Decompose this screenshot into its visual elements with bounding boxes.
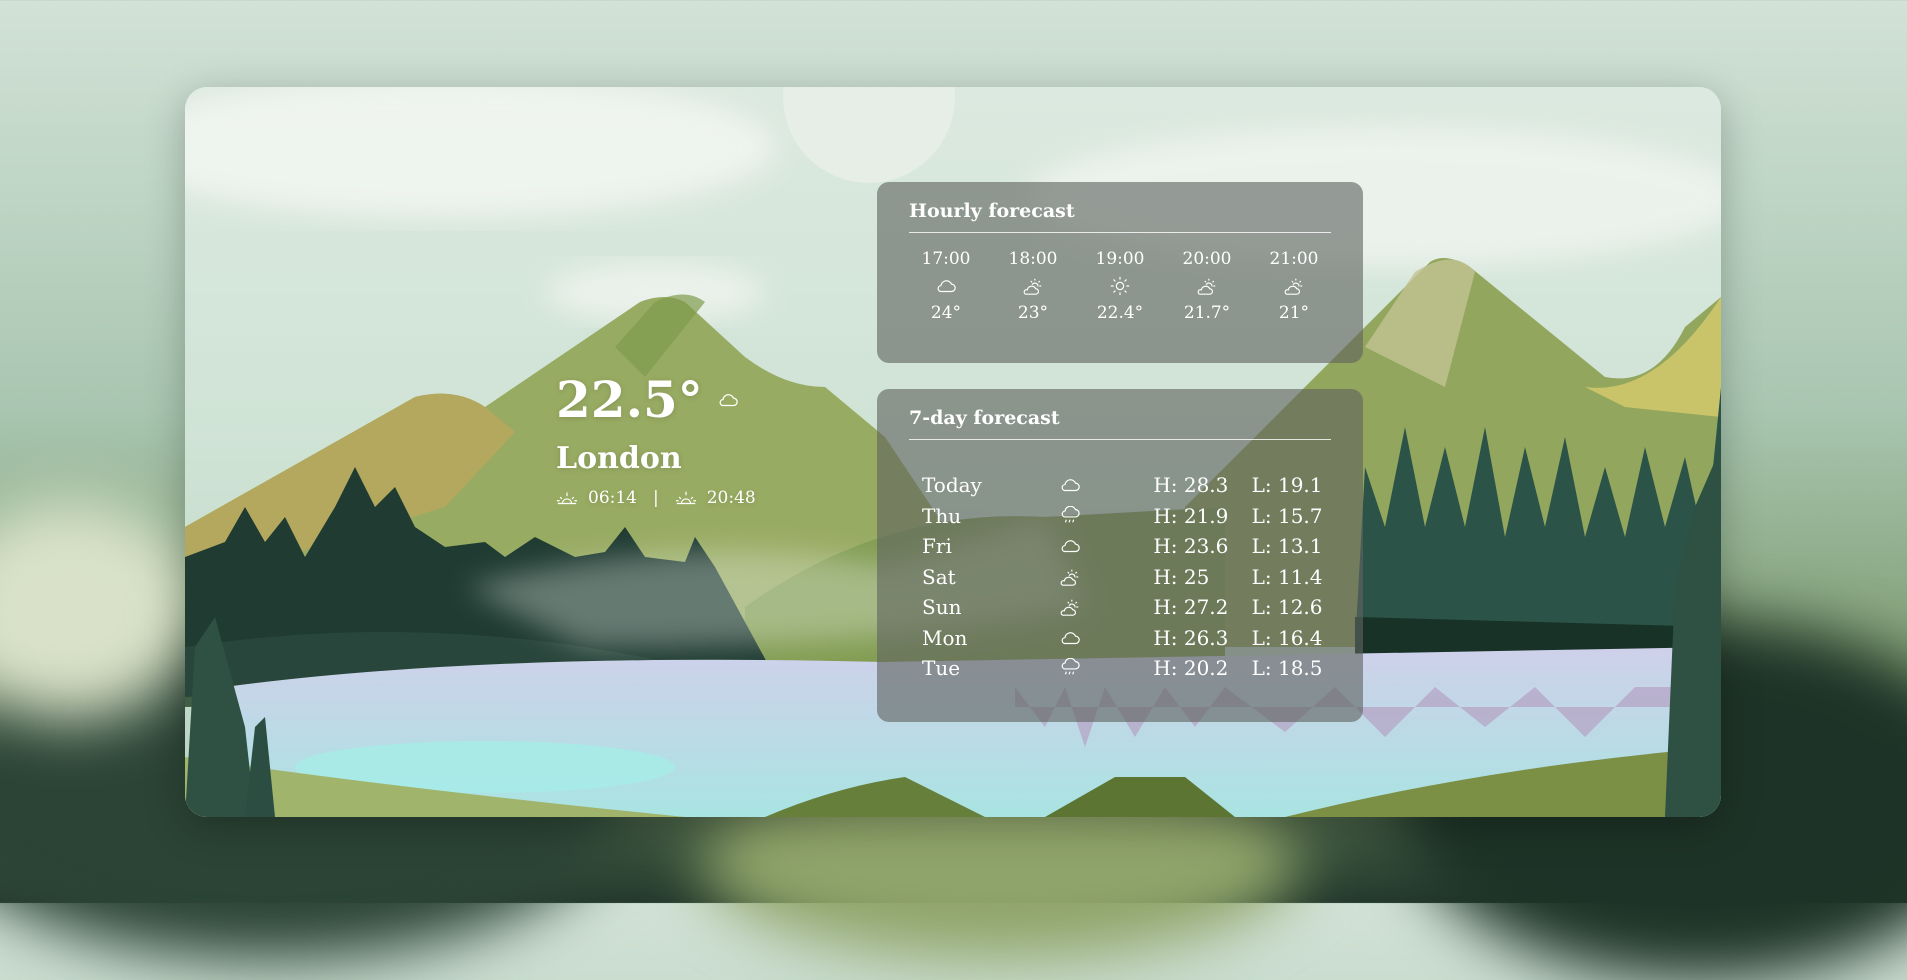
day-name: Fri [922,534,952,559]
sunset-time: 20:48 [706,488,756,508]
forecast-day-row: Fri H: 23.6 L: 13.1 [909,531,1331,562]
day-name: Thu [922,503,962,528]
hourly-temp: 21.7° [1183,303,1231,323]
sunrise-icon [556,492,578,505]
day-high: H: 23.6 [1153,534,1229,559]
hourly-temp: 24° [930,303,962,323]
day-high: H: 27.2 [1153,595,1229,620]
sun-times-separator: | [653,488,659,508]
day-low: L: 15.7 [1251,503,1323,528]
forecast-day-row: Sun H: 27.2 L: 12.6 [909,592,1331,623]
day-low: L: 18.5 [1251,656,1323,681]
day-name: Today [922,473,982,498]
day-high: H: 28.3 [1153,473,1229,498]
sunrise-time: 06:14 [588,488,637,508]
city-name: London [556,441,682,476]
forecast-day-row: Tue H: 20.2 L: 18.5 [909,653,1331,684]
day-name: Sat [922,564,956,589]
hourly-temp: 21° [1278,303,1310,323]
weekly-forecast-panel: 7-day forecast Today H: 28.3 L: 19.1 Thu… [877,389,1363,722]
hourly-item: 18:00 23° [998,249,1068,323]
day-high: H: 21.9 [1153,503,1229,528]
day-high: H: 26.3 [1153,625,1229,650]
hourly-item: 20:00 21.7° [1172,249,1242,323]
hourly-item: 17:00 24° [911,249,981,323]
day-high: H: 20.2 [1153,656,1229,681]
partly-cloudy-icon [1023,278,1042,295]
hourly-time: 17:00 [921,249,971,269]
hourly-time: 18:00 [1008,249,1058,269]
forecast-day-row: Mon H: 26.3 L: 16.4 [909,623,1331,654]
hourly-item: 19:00 22.4° [1085,249,1155,323]
forecast-day-row: Today H: 28.3 L: 19.1 [909,470,1331,501]
day-low: L: 13.1 [1251,534,1323,559]
hourly-forecast-title: Hourly forecast [909,200,1331,233]
weekly-forecast-title: 7-day forecast [909,407,1331,440]
sun-times: 06:14 | 20:48 [556,488,756,508]
partly-cloudy-icon [1197,278,1216,295]
hourly-temp: 23° [1017,303,1049,323]
day-name: Mon [922,625,968,650]
day-low: L: 16.4 [1251,625,1323,650]
partly-cloudy-icon [1060,599,1079,617]
cloud-icon [1061,479,1080,492]
day-low: L: 19.1 [1251,473,1323,498]
hourly-time: 21:00 [1269,249,1319,269]
current-temperature: 22.5° [556,370,703,429]
current-weather: 22.5° London 06:14 | 20:48 [556,370,756,508]
hourly-forecast-list: 17:00 24° 18:00 23° 19:00 22.4° 20:00 21… [909,249,1331,323]
sun-icon [1110,276,1130,296]
day-high: H: 25 [1153,564,1210,589]
cloud-icon [719,393,738,406]
partly-cloudy-icon [1284,278,1303,295]
day-low: L: 11.4 [1251,564,1323,589]
day-name: Sun [922,595,962,620]
weekly-forecast-list: Today H: 28.3 L: 19.1 Thu H: 21.9 L: 15.… [909,470,1331,684]
cloud-icon [1061,540,1080,553]
day-low: L: 12.6 [1251,595,1323,620]
cloud-icon [1061,631,1080,644]
rain-icon [1061,505,1080,523]
hourly-temp: 22.4° [1096,303,1144,323]
partly-cloudy-icon [1060,569,1079,586]
hourly-time: 20:00 [1182,249,1232,269]
current-temperature-row: 22.5° [556,370,756,429]
forecast-day-row: Thu H: 21.9 L: 15.7 [909,501,1331,532]
forecast-day-row: Sat H: 25 L: 11.4 [909,562,1331,593]
hourly-time: 19:00 [1095,249,1145,269]
hourly-item: 21:00 21° [1259,249,1329,323]
sunset-icon [675,491,696,505]
cloud-icon [937,280,956,293]
rain-icon [1061,658,1080,675]
hourly-forecast-panel: Hourly forecast 17:00 24° 18:00 23° 19:0… [877,182,1363,363]
day-name: Tue [922,656,961,681]
weather-app-window: 22.5° London 06:14 | 20:48 Hourly foreca… [185,87,1721,817]
